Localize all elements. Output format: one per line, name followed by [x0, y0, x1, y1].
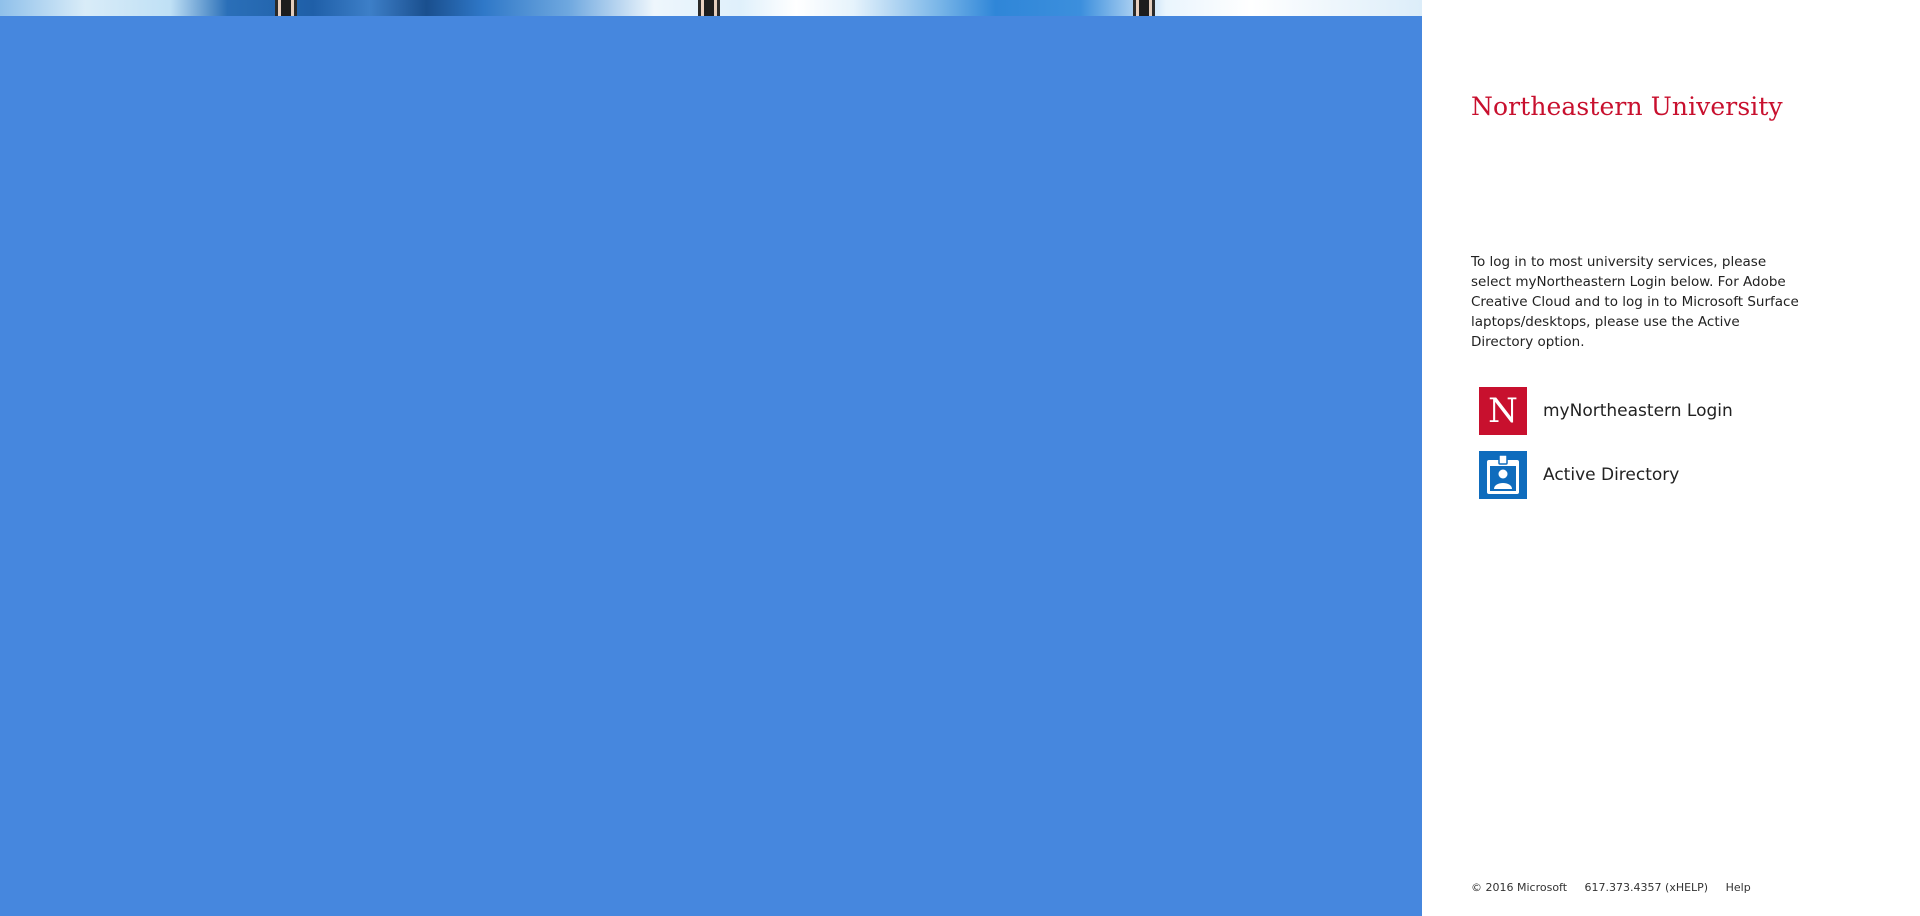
help-link[interactable]: Help	[1726, 881, 1751, 894]
northeastern-n-icon: N	[1479, 387, 1527, 435]
identity-provider-list: N myNortheastern Login Active Directory	[1479, 386, 1819, 514]
skyline-photo-strip	[0, 0, 1422, 16]
pillar-image	[1133, 0, 1155, 16]
footer: © 2016 Microsoft 617.373.4357 (xHELP) He…	[1471, 881, 1765, 894]
active-directory-label: Active Directory	[1543, 465, 1680, 485]
sign-in-panel: Northeastern University To log in to mos…	[1422, 0, 1920, 916]
id-badge-icon	[1479, 451, 1527, 499]
pillar-image	[275, 0, 297, 16]
active-directory-option[interactable]: Active Directory	[1479, 450, 1819, 500]
intro-text: To log in to most university services, p…	[1471, 254, 1799, 350]
help-phone-link[interactable]: 617.373.4357 (xHELP)	[1585, 881, 1709, 894]
background-illustration	[0, 0, 1422, 916]
northeastern-logo: Northeastern University	[1471, 92, 1783, 121]
copyright-text: © 2016 Microsoft	[1471, 881, 1568, 894]
pillar-image	[698, 0, 720, 16]
mynortheastern-login-option[interactable]: N myNortheastern Login	[1479, 386, 1819, 436]
mynortheastern-login-label: myNortheastern Login	[1543, 401, 1733, 421]
page: Northeastern University To log in to mos…	[0, 0, 1920, 916]
